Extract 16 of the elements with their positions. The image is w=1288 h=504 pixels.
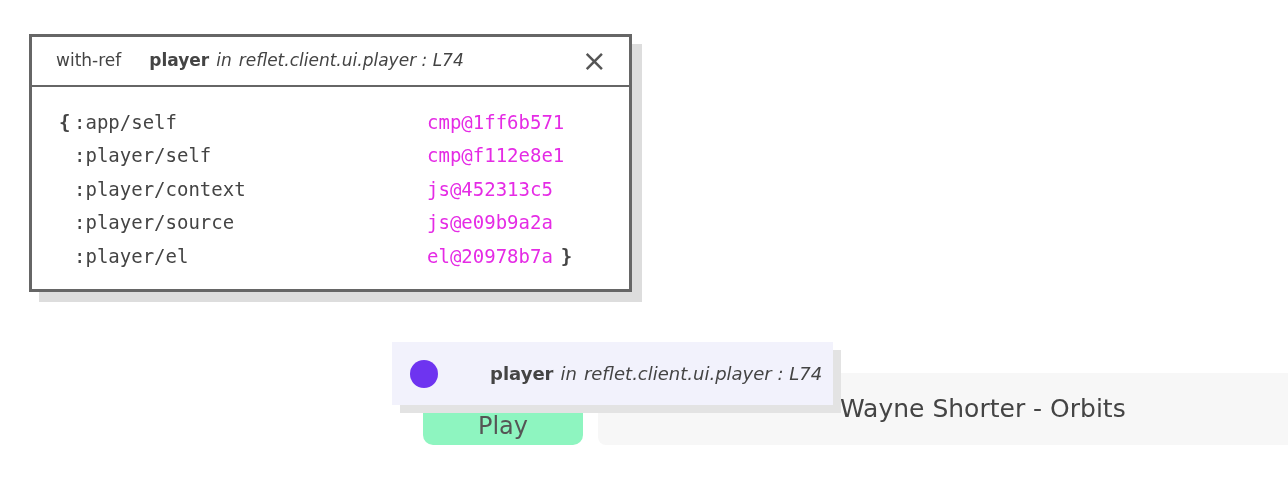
entry-value: cmp@1ff6b571 [427,109,565,135]
entry-value: el@20978b7a [427,243,553,269]
entry-key: :player/self [74,141,427,170]
track-title: Wayne Shorter - Orbits [840,393,1126,426]
entry-key: :player/context [74,174,427,203]
brace: } [560,243,573,269]
entry-key: :app/self [74,107,427,136]
brace: { [59,109,72,135]
entry-value: cmp@f112e8e1 [427,143,565,168]
close-button[interactable]: × [581,46,607,76]
component-reference: player in reflet.client.ui.player : L74 [149,49,464,73]
tab-label[interactable]: with-ref [56,48,122,74]
entry-value: js@452313c5 [427,176,553,202]
entry-key: :player/source [74,208,427,237]
entry-value: js@e09b9a2a [427,210,553,235]
entry-key: :player/el [74,241,427,270]
